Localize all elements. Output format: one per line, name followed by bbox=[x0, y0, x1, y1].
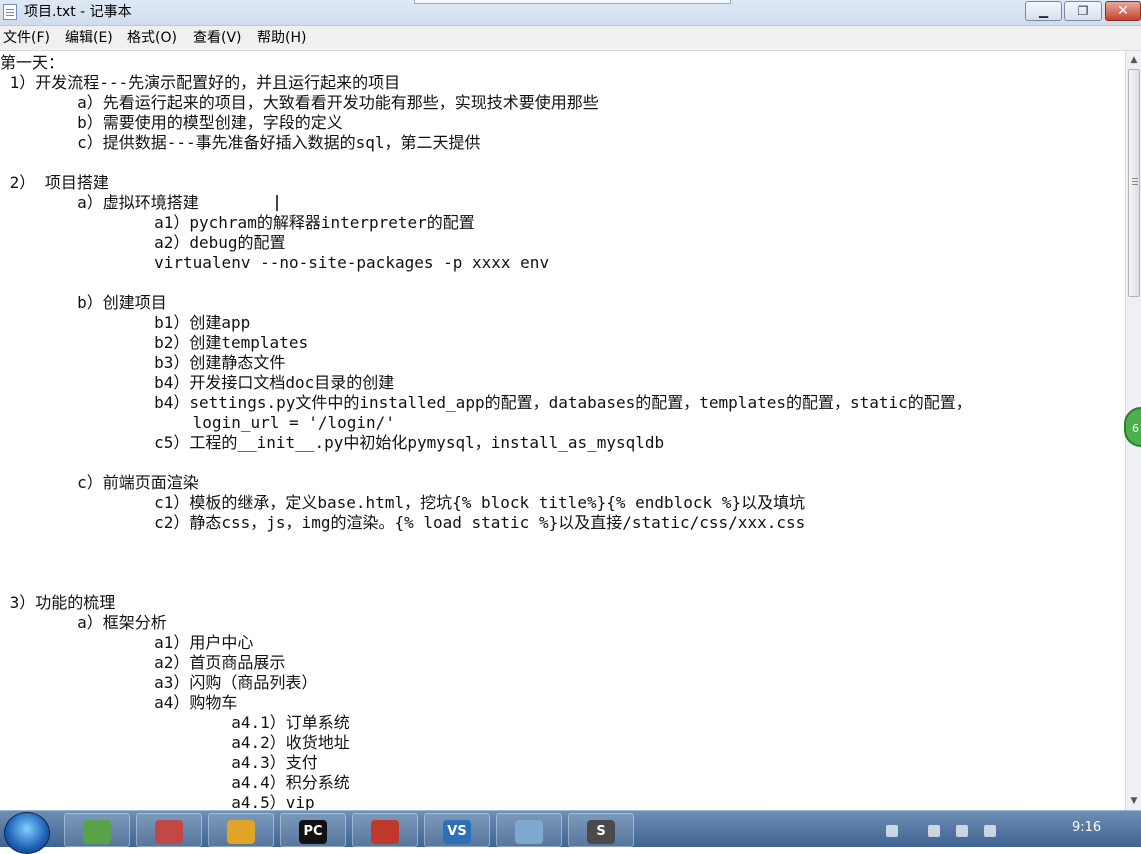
text-editor[interactable]: 第一天： 1）开发流程---先演示配置好的，并且运行起来的项目 a）先看运行起来… bbox=[0, 51, 1125, 810]
title-tab-strip bbox=[414, 0, 731, 4]
text-line: b）创建项目 bbox=[0, 293, 167, 312]
menu-bar: 文件(F) 编辑(E) 格式(O) 查看(V) 帮助(H) bbox=[0, 26, 1141, 51]
text-line: b1）创建app bbox=[0, 313, 251, 332]
text-line: c1）模板的继承，定义base.html，挖坑{% block title%}{… bbox=[0, 493, 806, 512]
chrome-icon bbox=[227, 820, 255, 844]
text-line: 1）开发流程---先演示配置好的，并且运行起来的项目 bbox=[0, 73, 401, 92]
text-line: a4.1）订单系统 bbox=[0, 713, 350, 732]
text-line: a4.4）积分系统 bbox=[0, 773, 350, 792]
taskbar-app-button[interactable]: PC bbox=[280, 813, 346, 847]
text-line: a1）用户中心 bbox=[0, 633, 254, 652]
taskbar-app-button[interactable] bbox=[496, 813, 562, 847]
volume-icon[interactable] bbox=[984, 825, 996, 837]
text-line: 第一天： bbox=[0, 53, 65, 72]
sublime-icon: S bbox=[587, 820, 615, 844]
text-line: virtualenv --no-site-packages -p xxxx en… bbox=[0, 253, 550, 272]
text-line: c）提供数据---事先准备好插入数据的sql，第二天提供 bbox=[0, 133, 481, 152]
window-title: 项目.txt - 记事本 bbox=[24, 4, 132, 20]
text-line: c2）静态css，js，img的渲染。{% load static %}以及直接… bbox=[0, 513, 806, 532]
text-line: a2）首页商品展示 bbox=[0, 653, 286, 672]
text-line: a4.3）支付 bbox=[0, 753, 318, 772]
taskbar: 9:16 PC VS S bbox=[0, 810, 1141, 854]
text-line: b3）创建静态文件 bbox=[0, 353, 286, 372]
text-line: a）框架分析 bbox=[0, 613, 167, 632]
pycharm-icon: PC bbox=[299, 820, 327, 844]
text-line: a）先看运行起来的项目，大致看看开发功能有那些，实现技术要使用那些 bbox=[0, 93, 599, 112]
floating-widget-label: 6 bbox=[1132, 422, 1139, 435]
menu-file[interactable]: 文件(F) bbox=[3, 30, 50, 46]
notepad-icon bbox=[515, 820, 543, 844]
close-icon: ✕ bbox=[1117, 3, 1129, 19]
clock[interactable]: 9:16 bbox=[1072, 820, 1101, 835]
minimize-button[interactable]: ▁ bbox=[1025, 1, 1062, 21]
text-line: 2） 项目搭建 bbox=[0, 173, 109, 192]
text-line: a3）闪购（商品列表） bbox=[0, 673, 318, 692]
text-line: c5）工程的__init__.py中初始化pymysql，install_as_… bbox=[0, 433, 665, 452]
text-line: a）虚拟环境搭建 bbox=[0, 193, 199, 212]
taskbar-app-button[interactable] bbox=[64, 813, 130, 847]
taskbar-app-button[interactable] bbox=[352, 813, 418, 847]
taskbar-app-button[interactable] bbox=[208, 813, 274, 847]
taskbar-app-button[interactable]: VS bbox=[424, 813, 490, 847]
text-line: b2）创建templates bbox=[0, 333, 309, 352]
minimize-icon: ▁ bbox=[1038, 4, 1049, 18]
ninja-icon bbox=[371, 820, 399, 844]
network-icon[interactable] bbox=[956, 825, 968, 837]
taskbar-app-button[interactable]: S bbox=[568, 813, 634, 847]
vs-icon: VS bbox=[443, 820, 471, 844]
tray-arrow-icon[interactable] bbox=[928, 825, 940, 837]
notepad-app-icon bbox=[3, 4, 17, 20]
keyboard-icon[interactable] bbox=[886, 825, 898, 837]
scroll-down-icon[interactable]: ▼ bbox=[1128, 795, 1140, 807]
text-line: c）前端页面渲染 bbox=[0, 473, 199, 492]
puzzle-icon bbox=[155, 820, 183, 844]
menu-format[interactable]: 格式(O) bbox=[127, 30, 177, 46]
scroll-thumb[interactable] bbox=[1128, 69, 1140, 297]
scroll-up-icon[interactable]: ▲ bbox=[1128, 54, 1140, 66]
maximize-button[interactable]: ❐ bbox=[1064, 1, 1102, 21]
text-line: b）需要使用的模型创建，字段的定义 bbox=[0, 113, 343, 132]
text-line: a4.5）vip bbox=[0, 793, 315, 810]
text-caret bbox=[276, 195, 278, 211]
menu-help[interactable]: 帮助(H) bbox=[257, 30, 306, 46]
text-line: b4）settings.py文件中的installed_app的配置，datab… bbox=[0, 393, 972, 412]
users-icon bbox=[83, 820, 111, 844]
title-bar[interactable]: 项目.txt - 记事本 ▁ ❐ ✕ bbox=[0, 0, 1141, 26]
text-line: login_url = '/login/' bbox=[0, 413, 395, 432]
start-button[interactable] bbox=[4, 812, 50, 854]
maximize-icon: ❐ bbox=[1077, 4, 1089, 18]
menu-view[interactable]: 查看(V) bbox=[193, 30, 242, 46]
text-line: a4）购物车 bbox=[0, 693, 238, 712]
text-line: b4）开发接口文档doc目录的创建 bbox=[0, 373, 395, 392]
text-line: 3）功能的梳理 bbox=[0, 593, 116, 612]
text-line: a4.2）收货地址 bbox=[0, 733, 350, 752]
taskbar-app-button[interactable] bbox=[136, 813, 202, 847]
text-line: a2）debug的配置 bbox=[0, 233, 286, 252]
scroll-grip-icon bbox=[1132, 178, 1138, 179]
text-line: a1）pychram的解释器interpreter的配置 bbox=[0, 213, 475, 232]
menu-edit[interactable]: 编辑(E) bbox=[65, 30, 113, 46]
close-button[interactable]: ✕ bbox=[1105, 1, 1141, 21]
